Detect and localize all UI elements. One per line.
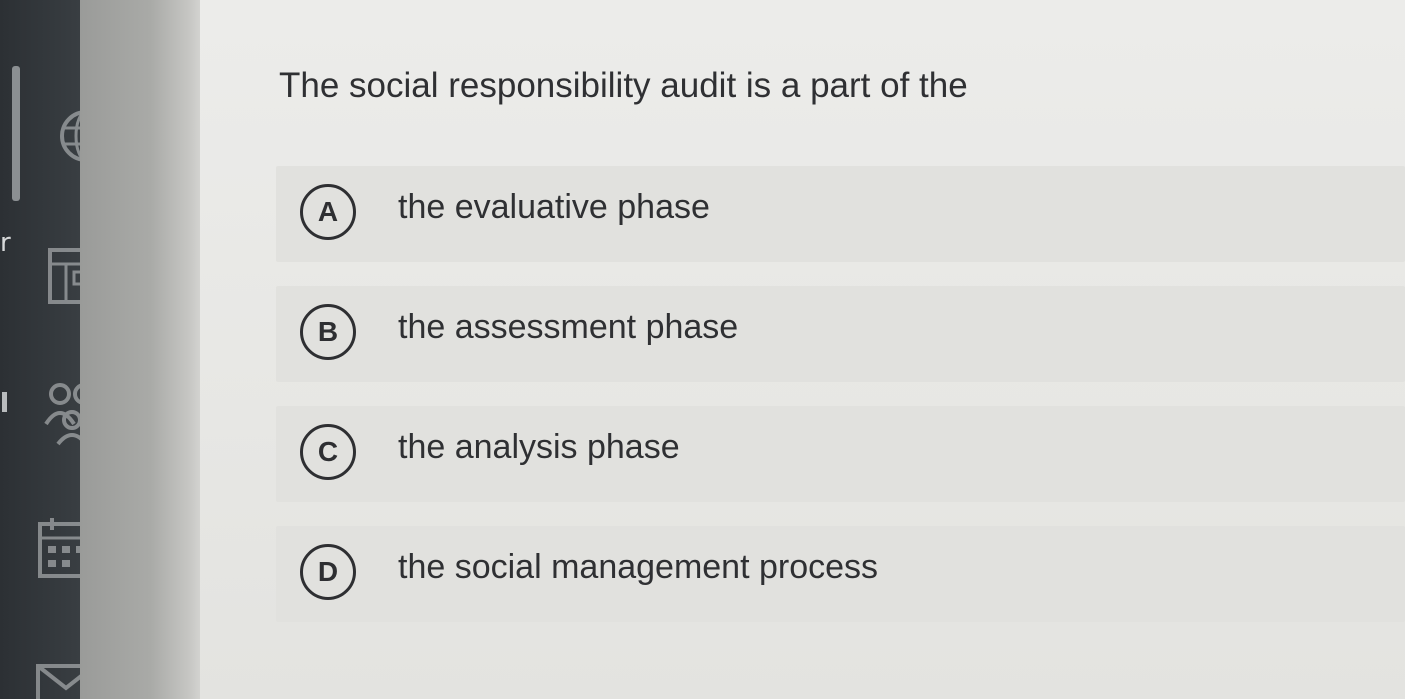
option-d-text: the social management process [398,548,879,586]
option-a-text: the evaluative phase [398,188,710,226]
option-a[interactable]: A the evaluative phase [276,166,1405,262]
sidebar-gutter [80,0,208,699]
rail-cut-letter: r [0,228,11,258]
option-d-letter: D [300,544,356,600]
question-text: The social responsibility audit is a par… [279,66,968,105]
option-b[interactable]: B the assessment phase [276,286,1405,382]
option-b-letter: B [300,304,356,360]
option-c-letter: C [300,424,356,480]
rail-marker [2,392,7,412]
rail-scrollbar[interactable] [12,66,20,201]
option-b-text: the assessment phase [398,308,739,346]
option-c[interactable]: C the analysis phase [276,406,1405,502]
option-a-letter: A [300,184,356,240]
option-c-text: the analysis phase [398,428,680,466]
option-d[interactable]: D the social management process [276,526,1405,622]
